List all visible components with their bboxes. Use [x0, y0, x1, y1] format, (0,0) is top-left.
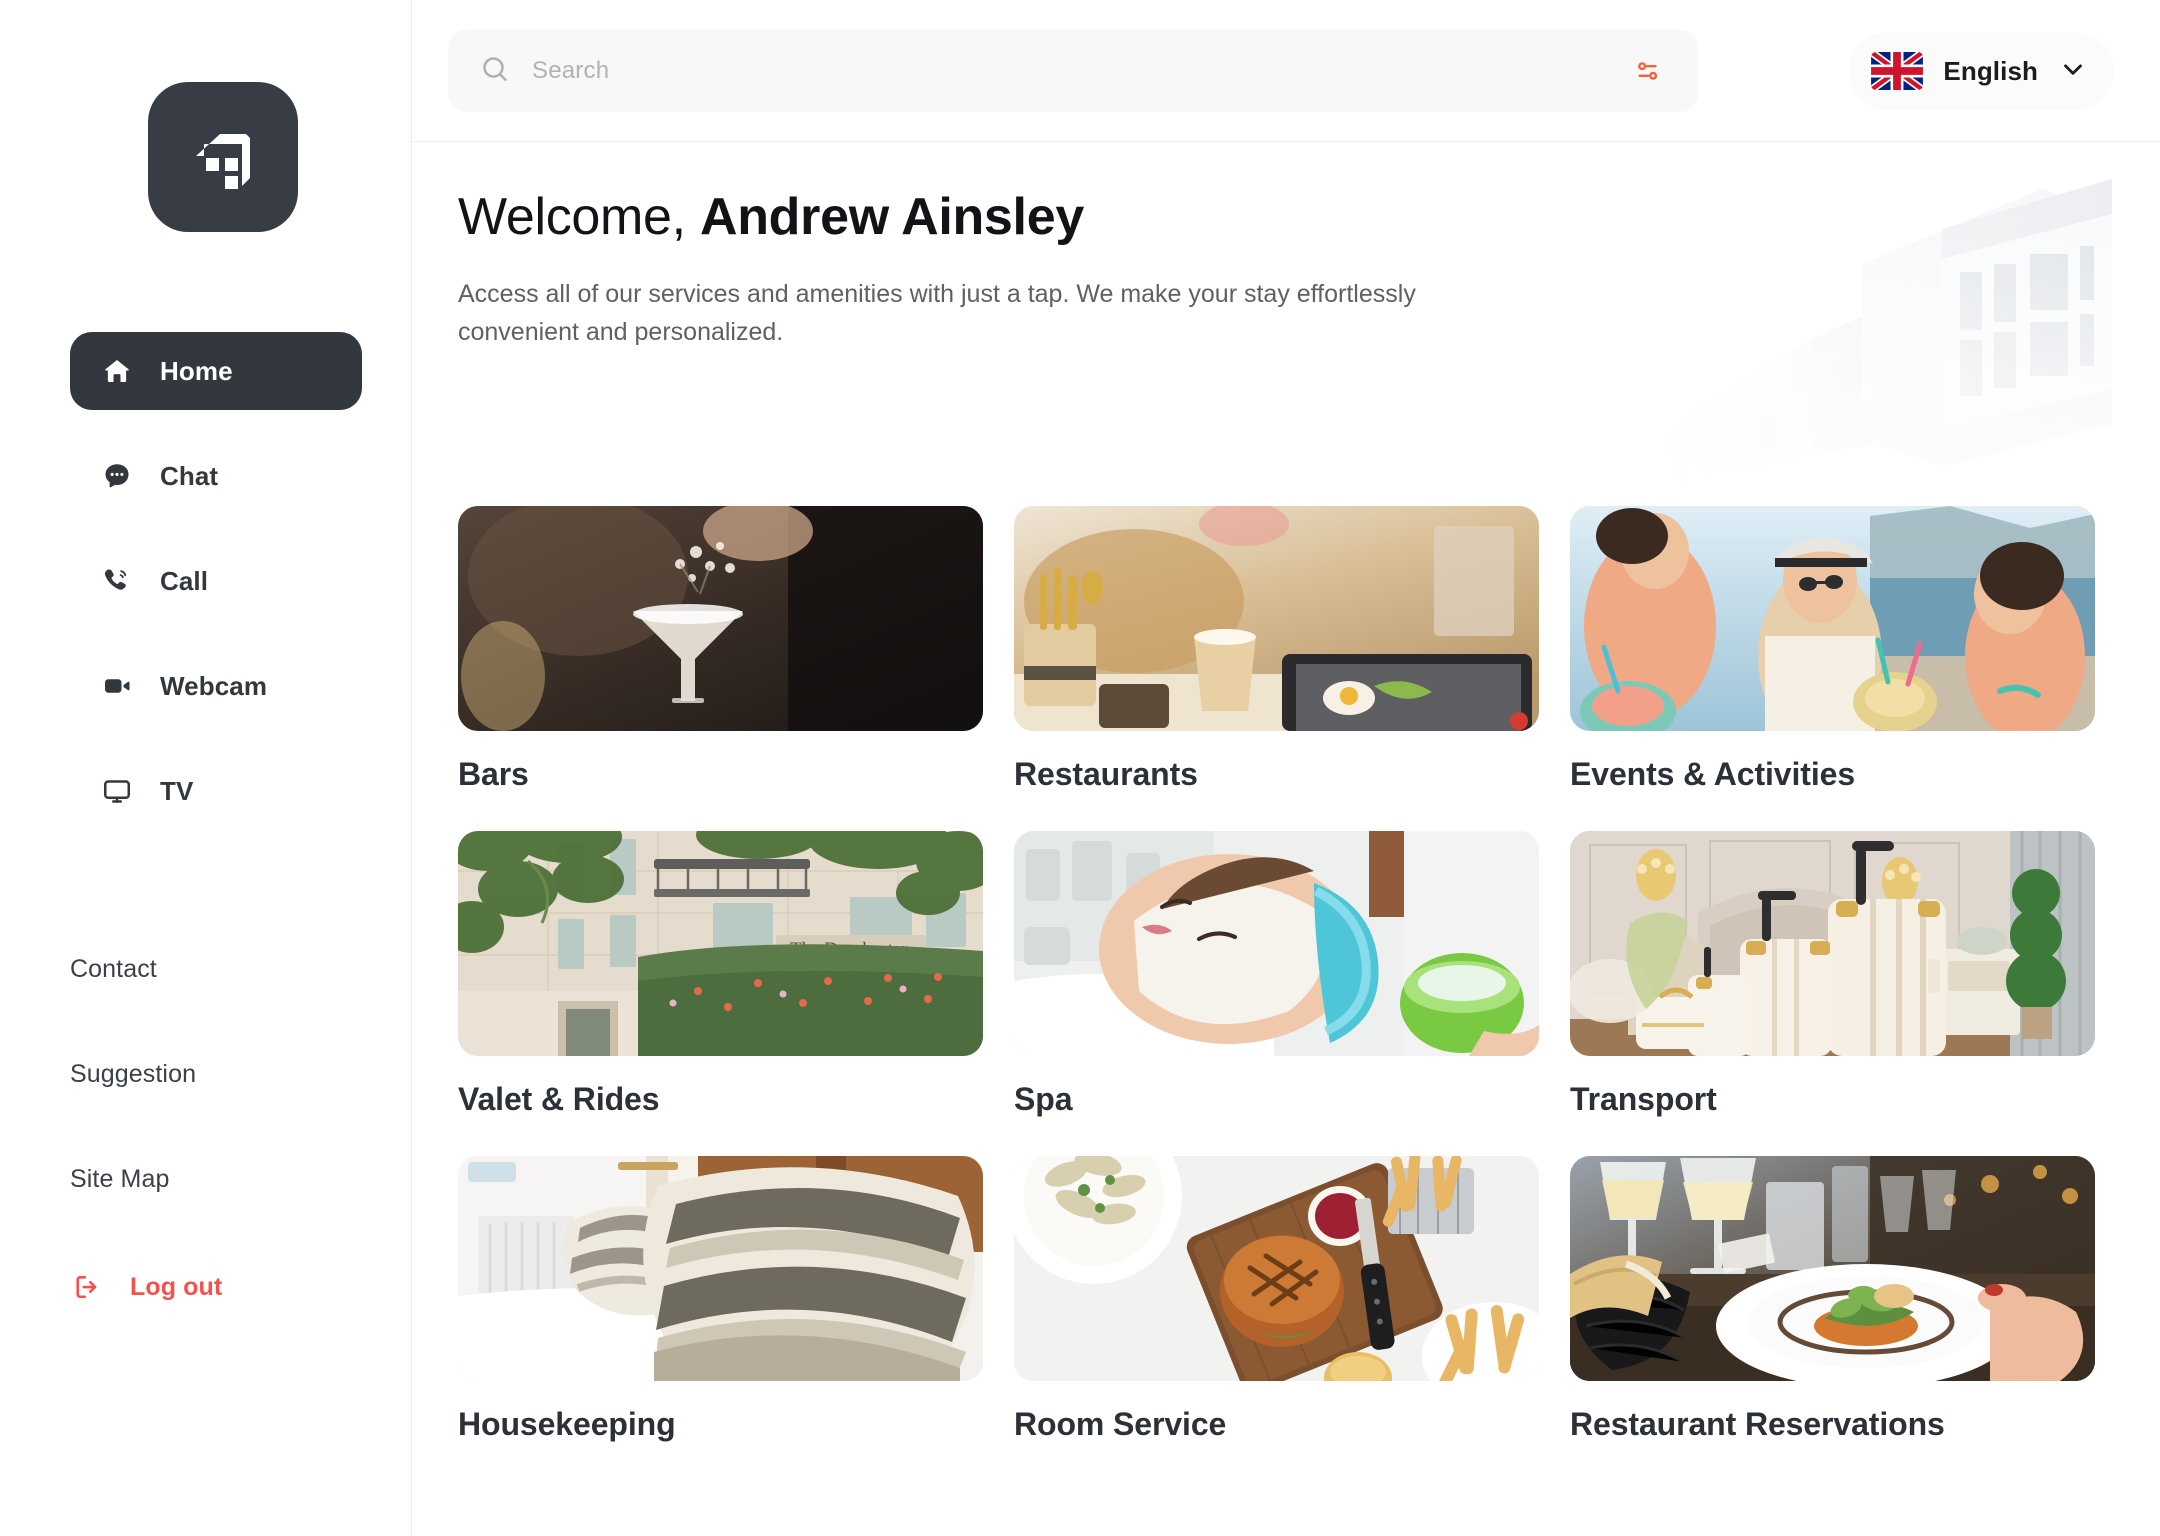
- sidebar-link-contact[interactable]: Contact: [70, 955, 412, 984]
- service-image-valet: The Dorchester: [458, 831, 983, 1056]
- sidebar-item-webcam[interactable]: Webcam: [70, 647, 362, 725]
- sidebar: Home Chat Call Webcam TV Contact Suggest…: [0, 0, 412, 1536]
- video-camera-icon: [100, 669, 134, 703]
- service-card-room-service[interactable]: Room Service: [1014, 1156, 1539, 1443]
- service-image-reservations: [1570, 1156, 2095, 1381]
- service-title: Valet & Rides: [458, 1081, 660, 1117]
- search-icon: [480, 54, 510, 89]
- chevron-down-icon[interactable]: [2058, 54, 2088, 89]
- service-title: Room Service: [1014, 1406, 1227, 1442]
- hotel-building-logo-icon: [196, 134, 250, 189]
- service-card-bars[interactable]: Bars: [458, 506, 983, 793]
- service-image-bars: [458, 506, 983, 731]
- sidebar-item-tv[interactable]: TV: [70, 752, 362, 830]
- app-root: Home Chat Call Webcam TV Contact Suggest…: [0, 0, 2160, 1536]
- service-card-events[interactable]: Events & Activities: [1570, 506, 2095, 793]
- logout-button[interactable]: Log out: [70, 1270, 412, 1304]
- language-selector[interactable]: English: [1849, 32, 2114, 110]
- uk-flag-icon: [1871, 52, 1924, 90]
- sidebar-item-label: Call: [160, 565, 209, 596]
- sidebar-secondary-links: Contact Suggestion Site Map Log out: [70, 955, 412, 1304]
- sidebar-link-suggestion[interactable]: Suggestion: [70, 1060, 412, 1089]
- service-card-spa[interactable]: Spa: [1014, 831, 1539, 1118]
- service-image-transport: [1570, 831, 2095, 1056]
- welcome-user-name: Andrew Ainsley: [699, 188, 1084, 246]
- service-title: Spa: [1014, 1081, 1073, 1117]
- welcome-greeting: Welcome,: [458, 188, 700, 246]
- service-image-events: [1570, 506, 2095, 731]
- sidebar-nav: Home Chat Call Webcam TV: [70, 332, 412, 857]
- service-card-valet[interactable]: The Dorchester: [458, 831, 983, 1118]
- logout-icon: [70, 1270, 104, 1304]
- logout-label: Log out: [130, 1272, 223, 1301]
- sidebar-item-label: TV: [160, 775, 194, 806]
- top-bar: Search English: [412, 0, 2160, 142]
- phone-call-icon: [100, 564, 134, 598]
- search-bar[interactable]: Search: [448, 30, 1698, 112]
- service-card-housekeeping[interactable]: Housekeeping: [458, 1156, 983, 1443]
- sidebar-item-label: Webcam: [160, 670, 268, 701]
- service-card-transport[interactable]: Transport: [1570, 831, 2095, 1118]
- hero-section: Welcome, Andrew Ainsley Access all of ou…: [458, 154, 2132, 514]
- services-grid: Bars Restaurants Events & Activities Val…: [458, 506, 2114, 1443]
- service-title: Restaurants: [1014, 756, 1198, 792]
- service-image-spa: [1014, 831, 1539, 1056]
- hotel-building-logo[interactable]: [148, 82, 298, 232]
- filter-sliders-icon[interactable]: [1626, 49, 1670, 93]
- sidebar-item-chat[interactable]: Chat: [70, 437, 362, 515]
- tv-monitor-icon: [100, 774, 134, 808]
- service-title: Events & Activities: [1570, 756, 1856, 792]
- service-title: Restaurant Reservations: [1570, 1406, 1945, 1442]
- search-input[interactable]: Search: [532, 57, 1626, 85]
- service-image-housekeeping: [458, 1156, 983, 1381]
- sidebar-item-call[interactable]: Call: [70, 542, 362, 620]
- service-title: Housekeeping: [458, 1406, 676, 1442]
- logo-container: [70, 0, 412, 232]
- service-image-room-service: [1014, 1156, 1539, 1381]
- language-label: English: [1943, 55, 2038, 86]
- welcome-subtitle: Access all of our services and amenities…: [458, 280, 1416, 346]
- service-card-reservations[interactable]: Restaurant Reservations: [1570, 1156, 2095, 1443]
- content-area: Welcome, Andrew Ainsley Access all of ou…: [412, 142, 2160, 1536]
- sidebar-item-label: Home: [160, 355, 233, 386]
- home-icon: [100, 354, 134, 388]
- service-card-restaurants[interactable]: Restaurants: [1014, 506, 1539, 793]
- sidebar-item-home[interactable]: Home: [70, 332, 362, 410]
- main-area: Search English Welcome, Andrew Ainsley A…: [412, 0, 2160, 1536]
- service-title: Bars: [458, 756, 529, 792]
- service-title: Transport: [1570, 1081, 1717, 1117]
- page-title: Welcome, Andrew Ainsley: [458, 188, 2114, 246]
- service-image-restaurants: [1014, 506, 1539, 731]
- sidebar-item-label: Chat: [160, 460, 219, 491]
- chat-bubble-icon: [100, 459, 134, 493]
- sidebar-link-site-map[interactable]: Site Map: [70, 1165, 412, 1194]
